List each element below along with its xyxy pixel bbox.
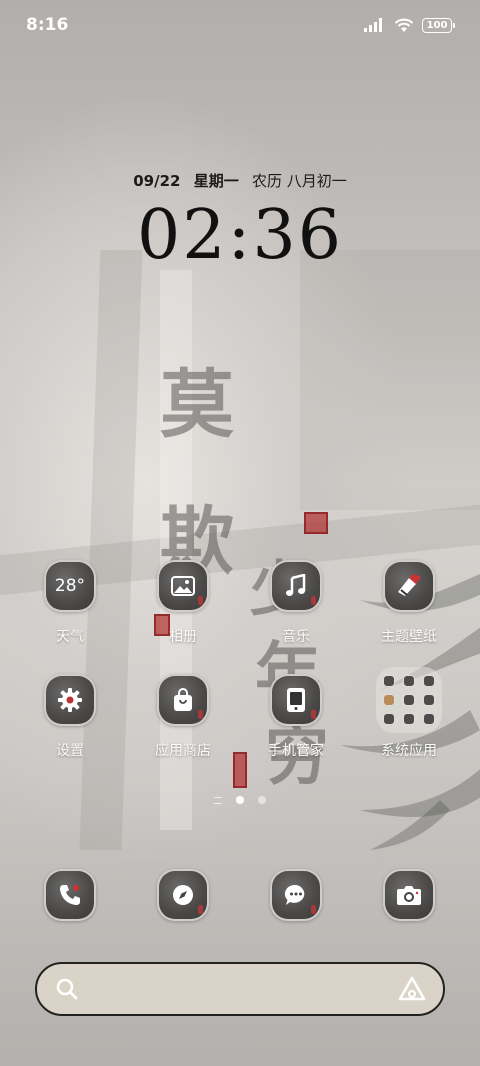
gear-icon xyxy=(58,688,82,712)
theme-icon[interactable] xyxy=(383,560,435,612)
camera-glyph-icon xyxy=(397,886,421,905)
battery-level: 100 xyxy=(426,19,448,31)
browser-icon[interactable] xyxy=(157,869,209,921)
clock-time[interactable]: 02:36 xyxy=(0,196,480,275)
music-icon[interactable] xyxy=(270,560,322,612)
status-time: 8:16 xyxy=(26,15,69,35)
battery-icon: 100 xyxy=(422,17,455,33)
app-gallery[interactable]: 相册 xyxy=(133,560,233,646)
mini-app-icon xyxy=(383,675,395,687)
mini-app-icon xyxy=(423,675,435,687)
wifi-icon xyxy=(394,18,414,32)
assistant-icon[interactable] xyxy=(397,975,427,1003)
app-label: 音乐 xyxy=(282,629,310,645)
signal-icon xyxy=(364,18,382,32)
mini-app-icon xyxy=(383,713,395,725)
phone-handset-icon xyxy=(60,885,80,905)
clock-weekday: 星期一 xyxy=(193,172,239,190)
mini-app-icon xyxy=(403,675,415,687)
clock-lunar-date: 农历 八月初一 xyxy=(251,172,347,190)
weather-temperature: 28° xyxy=(54,576,86,596)
mini-app-icon xyxy=(423,713,435,725)
app-store-icon[interactable] xyxy=(157,674,209,726)
search-bar[interactable] xyxy=(35,962,445,1016)
mini-app-icon xyxy=(403,713,415,725)
status-icons: 100 xyxy=(364,17,455,33)
page-dot[interactable] xyxy=(258,796,266,804)
messages-icon[interactable] xyxy=(270,869,322,921)
folder-icon[interactable] xyxy=(376,667,442,733)
dock-messages[interactable] xyxy=(246,869,346,921)
camera-icon[interactable] xyxy=(383,869,435,921)
music-note-icon xyxy=(286,574,306,596)
app-label: 相册 xyxy=(169,629,197,645)
app-settings[interactable]: 设置 xyxy=(20,674,120,760)
page-dot-active[interactable] xyxy=(236,796,244,804)
brush-icon xyxy=(398,574,421,596)
app-theme[interactable]: 主题壁纸 xyxy=(359,560,459,646)
device-icon xyxy=(287,688,305,712)
app-weather[interactable]: 28° 天气 xyxy=(20,560,120,646)
dock-camera[interactable] xyxy=(359,869,459,921)
app-label: 设置 xyxy=(56,743,84,759)
mini-app-icon xyxy=(403,694,415,706)
compass-icon xyxy=(173,885,193,905)
page-indicator[interactable] xyxy=(0,796,480,804)
seal-stamp xyxy=(233,752,247,788)
app-store[interactable]: 应用商店 xyxy=(133,674,233,760)
image-glyph-icon xyxy=(171,576,195,596)
weather-icon[interactable]: 28° xyxy=(44,560,96,612)
app-folder-system[interactable]: 系统应用 xyxy=(359,667,459,760)
settings-icon[interactable] xyxy=(44,674,96,726)
app-label: 天气 xyxy=(56,629,84,645)
mini-app-icon xyxy=(423,694,435,706)
clock-date: 09/22 xyxy=(133,172,181,190)
dock-phone[interactable] xyxy=(20,869,120,921)
search-icon[interactable] xyxy=(55,977,79,1001)
app-label: 系统应用 xyxy=(381,743,437,759)
seal-stamp xyxy=(304,512,328,534)
gallery-icon[interactable] xyxy=(157,560,209,612)
app-label: 手机管家 xyxy=(268,743,324,759)
app-phone-manager[interactable]: 手机管家 xyxy=(246,674,346,760)
app-music[interactable]: 音乐 xyxy=(246,560,346,646)
phone-manager-icon[interactable] xyxy=(270,674,322,726)
app-label: 主题壁纸 xyxy=(381,629,437,645)
shopping-bag-icon xyxy=(174,688,192,711)
chat-bubble-icon xyxy=(284,884,305,905)
app-label: 应用商店 xyxy=(155,743,211,759)
page-indicator-menu-icon xyxy=(214,796,222,804)
status-bar: 8:16 100 xyxy=(0,0,480,50)
clock-date-line[interactable]: 09/22 星期一 农历 八月初一 xyxy=(0,170,480,191)
dock-browser[interactable] xyxy=(133,869,233,921)
phone-icon[interactable] xyxy=(44,869,96,921)
mini-app-icon xyxy=(383,694,395,706)
wallpaper-calligraphy-1: 莫 xyxy=(160,362,234,448)
